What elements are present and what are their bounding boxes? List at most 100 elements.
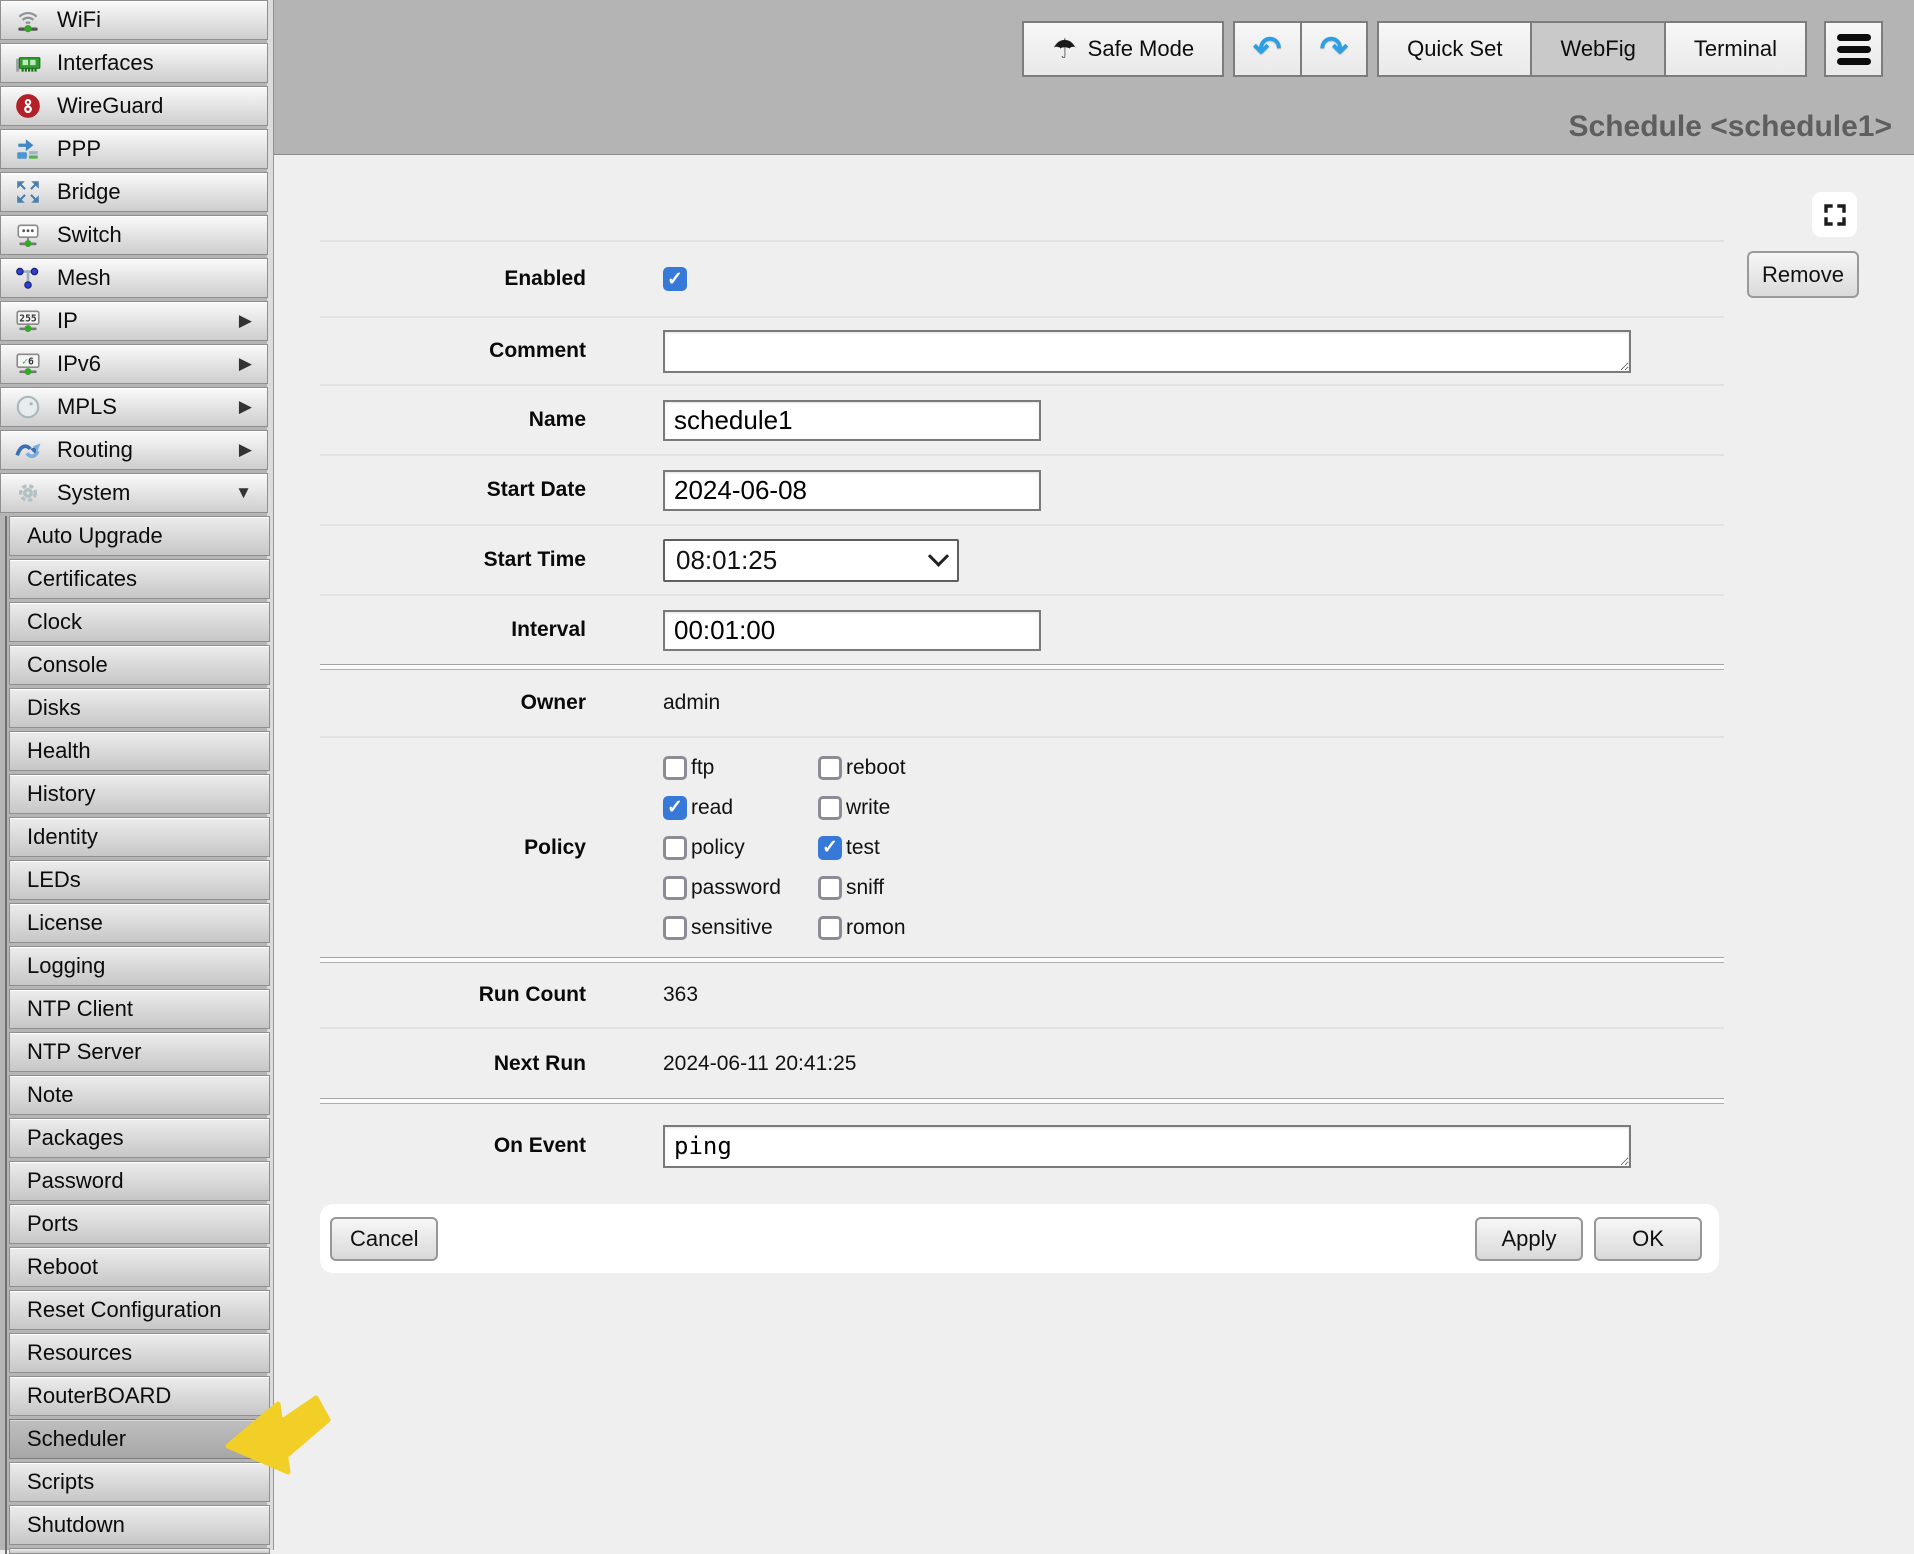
policy-option-password[interactable]: password bbox=[663, 876, 818, 900]
sidebar-subitem-reboot[interactable]: Reboot bbox=[9, 1247, 270, 1287]
hamburger-bar bbox=[1837, 46, 1871, 53]
sidebar-subitem-label: License bbox=[27, 910, 103, 936]
enabled-checkbox[interactable] bbox=[663, 267, 687, 291]
sidebar-subitem-label: Certificates bbox=[27, 566, 137, 592]
sidebar-item-wifi[interactable]: WiFi bbox=[0, 0, 268, 40]
svg-text:255: 255 bbox=[19, 314, 37, 325]
hamburger-bar bbox=[1837, 34, 1871, 41]
policy-option-policy[interactable]: policy bbox=[663, 836, 818, 860]
fullscreen-icon bbox=[1821, 201, 1849, 229]
remove-button[interactable]: Remove bbox=[1747, 251, 1859, 298]
routing-icon bbox=[13, 436, 43, 464]
sidebar-subitem-label: Packages bbox=[27, 1125, 124, 1151]
switch-icon bbox=[13, 221, 43, 249]
sidebar-subitem-logging[interactable]: Logging bbox=[9, 946, 270, 986]
sidebar-item-label: MPLS bbox=[57, 394, 117, 420]
policy-option-write[interactable]: write bbox=[818, 796, 906, 820]
policy-option-sniff[interactable]: sniff bbox=[818, 876, 906, 900]
policy-checkbox[interactable] bbox=[818, 796, 842, 820]
policy-option-ftp[interactable]: ftp bbox=[663, 756, 818, 780]
policy-checkbox[interactable] bbox=[818, 876, 842, 900]
on-event-input[interactable]: ping bbox=[663, 1125, 1631, 1168]
sidebar-item-ip[interactable]: 255 IP ▶ bbox=[0, 301, 268, 341]
sidebar-subitem-label: Auto Upgrade bbox=[27, 523, 163, 549]
sidebar-subitem-identity[interactable]: Identity bbox=[9, 817, 270, 857]
policy-option-test[interactable]: test bbox=[818, 836, 906, 860]
sidebar-subitem-clock[interactable]: Clock bbox=[9, 602, 270, 642]
expand-arrow-icon: ▶ bbox=[239, 354, 252, 374]
comment-input[interactable] bbox=[663, 330, 1631, 373]
sidebar-subitem-ntp-server[interactable]: NTP Server bbox=[9, 1032, 270, 1072]
sidebar-subitem-routerboard[interactable]: RouterBOARD bbox=[9, 1376, 270, 1416]
sidebar-subitem-license[interactable]: License bbox=[9, 903, 270, 943]
sidebar-subitem-auto-upgrade[interactable]: Auto Upgrade bbox=[9, 516, 270, 556]
sidebar-subitem-reset-configuration[interactable]: Reset Configuration bbox=[9, 1290, 270, 1330]
run-count-value: 363 bbox=[663, 983, 698, 1007]
tab-terminal[interactable]: Terminal bbox=[1664, 21, 1807, 77]
bridge-icon bbox=[13, 178, 43, 206]
policy-option-read[interactable]: read bbox=[663, 796, 818, 820]
undo-button[interactable]: ↶ bbox=[1233, 21, 1302, 77]
sidebar-item-bridge[interactable]: Bridge bbox=[0, 172, 268, 212]
sidebar-subitem-scripts[interactable]: Scripts bbox=[9, 1462, 270, 1502]
sidebar-subitem-label: Ports bbox=[27, 1211, 78, 1237]
policy-option-romon[interactable]: romon bbox=[818, 916, 906, 940]
form-row-enabled: Enabled bbox=[320, 240, 1724, 316]
cancel-button[interactable]: Cancel bbox=[330, 1217, 438, 1261]
wireguard-icon bbox=[13, 92, 43, 120]
start-date-input[interactable] bbox=[663, 470, 1041, 511]
sidebar-subitem-shutdown[interactable]: Shutdown bbox=[9, 1505, 270, 1545]
sidebar-item-ipv6[interactable]: ✓6 IPv6 ▶ bbox=[0, 344, 268, 384]
sidebar-item-mpls[interactable]: MPLS ▶ bbox=[0, 387, 268, 427]
policy-checkbox[interactable] bbox=[818, 836, 842, 860]
action-button-bar: Cancel Apply OK bbox=[320, 1204, 1719, 1273]
apply-button[interactable]: Apply bbox=[1475, 1217, 1583, 1261]
policy-option-reboot[interactable]: reboot bbox=[818, 756, 906, 780]
sidebar-subitem-note[interactable]: Note bbox=[9, 1075, 270, 1115]
sidebar-item-interfaces[interactable]: Interfaces bbox=[0, 43, 268, 83]
sidebar-subitem-certificates[interactable]: Certificates bbox=[9, 559, 270, 599]
safe-mode-button[interactable]: ☂ Safe Mode bbox=[1022, 21, 1224, 77]
start-time-select[interactable]: 08:01:25 bbox=[663, 539, 959, 582]
sidebar-subitem-label: Scripts bbox=[27, 1469, 94, 1495]
policy-option-sensitive[interactable]: sensitive bbox=[663, 916, 818, 940]
undo-icon: ↶ bbox=[1253, 32, 1282, 66]
sidebar-item-ppp[interactable]: PPP bbox=[0, 129, 268, 169]
sidebar-subitem-packages[interactable]: Packages bbox=[9, 1118, 270, 1158]
sidebar-subitem-resources[interactable]: Resources bbox=[9, 1333, 270, 1373]
policy-options: ftp reboot read write policy bbox=[663, 756, 906, 940]
sidebar-subitem-ntp-client[interactable]: NTP Client bbox=[9, 989, 270, 1029]
menu-hamburger-button[interactable] bbox=[1824, 21, 1883, 77]
sidebar-subitem-disks[interactable]: Disks bbox=[9, 688, 270, 728]
policy-checkbox[interactable] bbox=[663, 756, 687, 780]
tab-webfig[interactable]: WebFig bbox=[1530, 21, 1665, 77]
sidebar-subitem-health[interactable]: Health bbox=[9, 731, 270, 771]
sidebar-subitem-leds[interactable]: LEDs bbox=[9, 860, 270, 900]
sidebar-subitem-ports[interactable]: Ports bbox=[9, 1204, 270, 1244]
fullscreen-button[interactable] bbox=[1812, 192, 1857, 237]
policy-option-label: ftp bbox=[691, 756, 714, 780]
sidebar-item-mesh[interactable]: Mesh bbox=[0, 258, 268, 298]
policy-checkbox[interactable] bbox=[663, 836, 687, 860]
sidebar-subitem-console[interactable]: Console bbox=[9, 645, 270, 685]
policy-checkbox[interactable] bbox=[818, 756, 842, 780]
policy-checkbox[interactable] bbox=[663, 796, 687, 820]
sidebar-item-system[interactable]: System ▼ bbox=[0, 473, 268, 513]
sidebar-item-routing[interactable]: Routing ▶ bbox=[0, 430, 268, 470]
tab-quick-set[interactable]: Quick Set bbox=[1377, 21, 1532, 77]
name-input[interactable] bbox=[663, 400, 1041, 441]
toolbar: ☂ Safe Mode ↶ ↷ Quick Set WebFig Termina… bbox=[1022, 21, 1883, 77]
sidebar-subitem-history[interactable]: History bbox=[9, 774, 270, 814]
sidebar-subitem-password[interactable]: Password bbox=[9, 1161, 270, 1201]
sidebar-subitem-scheduler[interactable]: Scheduler bbox=[9, 1419, 270, 1459]
sidebar-item-wireguard[interactable]: WireGuard bbox=[0, 86, 268, 126]
interval-input[interactable] bbox=[663, 610, 1041, 651]
policy-checkbox[interactable] bbox=[663, 876, 687, 900]
sidebar-item-switch[interactable]: Switch bbox=[0, 215, 268, 255]
policy-checkbox[interactable] bbox=[663, 916, 687, 940]
ok-button[interactable]: OK bbox=[1594, 1217, 1702, 1261]
system-icon bbox=[13, 479, 43, 507]
redo-button[interactable]: ↷ bbox=[1300, 21, 1369, 77]
expand-arrow-icon: ▶ bbox=[239, 440, 252, 460]
policy-checkbox[interactable] bbox=[818, 916, 842, 940]
